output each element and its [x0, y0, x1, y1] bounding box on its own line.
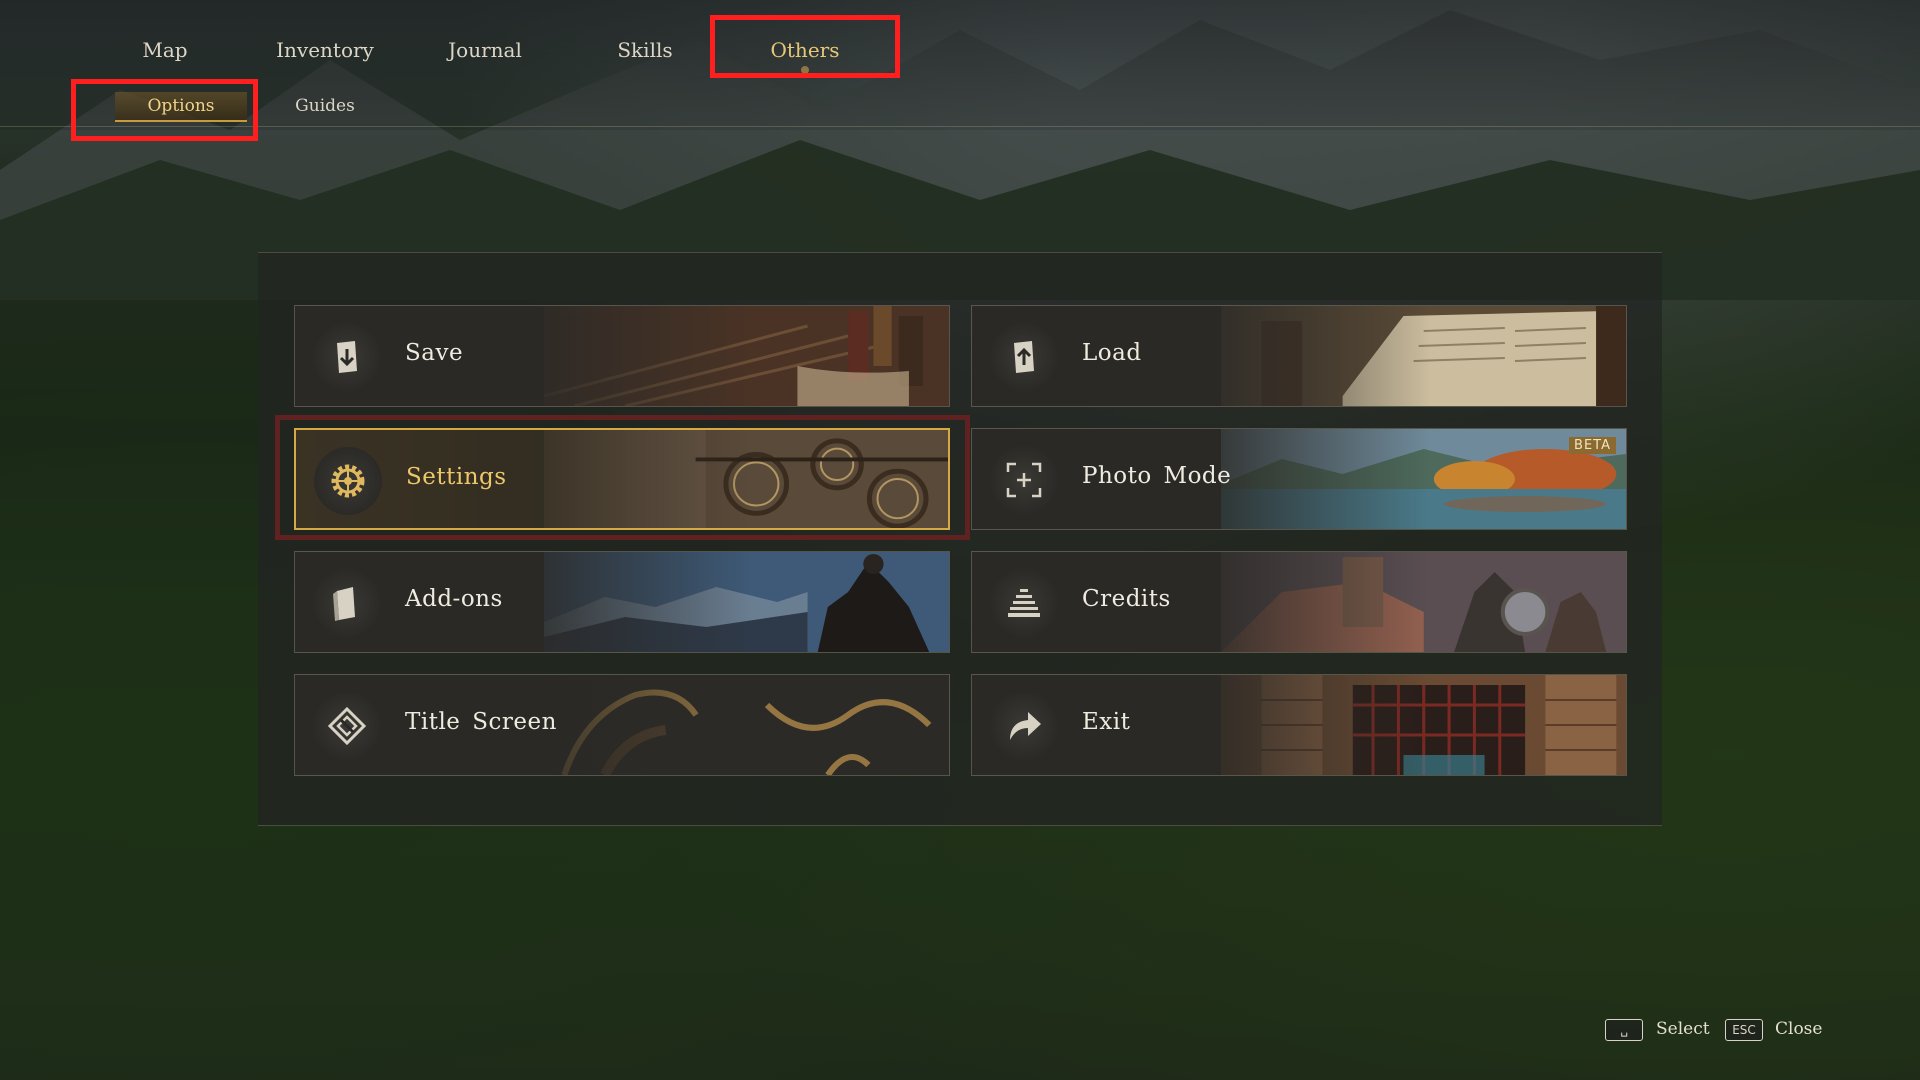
- settings-button[interactable]: Settings: [294, 428, 950, 530]
- settings-label: Settings: [406, 464, 507, 490]
- save-icon-circle: [313, 323, 381, 391]
- photo-mode-icon-circle: [990, 446, 1058, 514]
- camera-frame-icon: [1006, 462, 1042, 498]
- load-scroll-icon: [1014, 341, 1034, 373]
- diamond-emblem-icon: [327, 706, 367, 746]
- credits-stack-icon: [1008, 589, 1040, 617]
- add-ons-label: Add-ons: [405, 586, 503, 612]
- load-button[interactable]: Load: [971, 305, 1627, 407]
- close-hint[interactable]: Close: [1775, 1019, 1822, 1039]
- subtab-options[interactable]: Options: [115, 92, 247, 122]
- tab-map[interactable]: Map: [135, 38, 195, 66]
- exit-icon-circle: [990, 692, 1058, 760]
- tab-others-label: Others: [770, 38, 840, 62]
- settings-icon-circle: [314, 447, 382, 515]
- title-screen-label: Title Screen: [405, 709, 557, 735]
- exit-arrow-icon: [1010, 712, 1041, 740]
- save-scroll-icon: [337, 341, 357, 373]
- tab-skills[interactable]: Skills: [605, 38, 685, 66]
- tab-inventory[interactable]: Inventory: [270, 38, 380, 66]
- exit-button[interactable]: Exit: [971, 674, 1627, 776]
- options-menu-panel: Save Load Settings Photo Mode BETA Add-o…: [258, 252, 1662, 826]
- load-label: Load: [1082, 340, 1142, 366]
- nav-divider: [0, 126, 1920, 127]
- space-key-icon: ␣: [1605, 1019, 1643, 1041]
- select-hint[interactable]: Select: [1656, 1019, 1710, 1039]
- tab-others[interactable]: Others: [755, 38, 855, 74]
- exit-label: Exit: [1082, 709, 1131, 735]
- top-navigation-bar: Map Inventory Journal Skills Others Opti…: [0, 0, 1920, 130]
- photo-mode-button[interactable]: Photo Mode BETA: [971, 428, 1627, 530]
- tab-journal[interactable]: Journal: [435, 38, 535, 66]
- esc-key-icon: ESC: [1725, 1019, 1763, 1041]
- save-label: Save: [405, 340, 464, 366]
- beta-badge: BETA: [1569, 437, 1616, 454]
- photo-mode-label: Photo Mode: [1082, 463, 1232, 489]
- active-tab-indicator: [801, 66, 809, 74]
- credits-label: Credits: [1082, 586, 1171, 612]
- load-icon-circle: [990, 323, 1058, 391]
- title-screen-icon-circle: [313, 692, 381, 760]
- gear-icon: [331, 464, 365, 498]
- book-icon: [333, 587, 355, 621]
- credits-button[interactable]: Credits: [971, 551, 1627, 653]
- subtab-guides[interactable]: Guides: [290, 96, 360, 116]
- save-button[interactable]: Save: [294, 305, 950, 407]
- add-ons-button[interactable]: Add-ons: [294, 551, 950, 653]
- title-screen-button[interactable]: Title Screen: [294, 674, 950, 776]
- add-ons-icon-circle: [313, 569, 381, 637]
- credits-icon-circle: [990, 569, 1058, 637]
